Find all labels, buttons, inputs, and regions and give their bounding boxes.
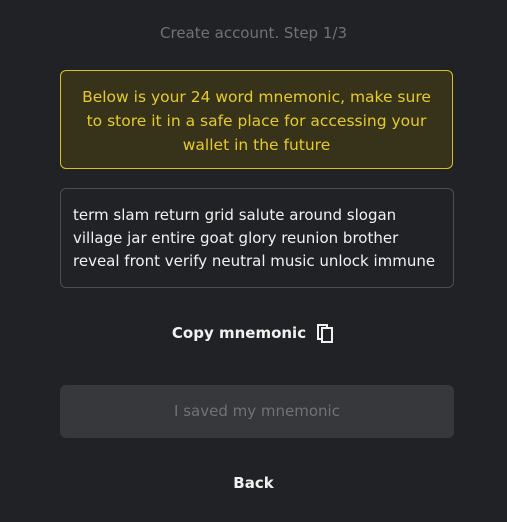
back-button[interactable]: Back: [0, 472, 507, 494]
copy-icon: [315, 322, 335, 344]
mnemonic-display: term slam return grid salute around slog…: [60, 188, 454, 288]
mnemonic-warning: Below is your 24 word mnemonic, make sur…: [60, 70, 453, 169]
saved-mnemonic-button[interactable]: I saved my mnemonic: [60, 385, 454, 438]
copy-mnemonic-label: Copy mnemonic: [171, 324, 307, 342]
mnemonic-words: term slam return grid salute around slog…: [73, 206, 436, 270]
warning-text: Below is your 24 word mnemonic, make sur…: [82, 88, 431, 154]
page-title: Create account. Step 1/3: [160, 24, 347, 42]
copy-mnemonic-button[interactable]: Copy mnemonic: [0, 320, 507, 346]
